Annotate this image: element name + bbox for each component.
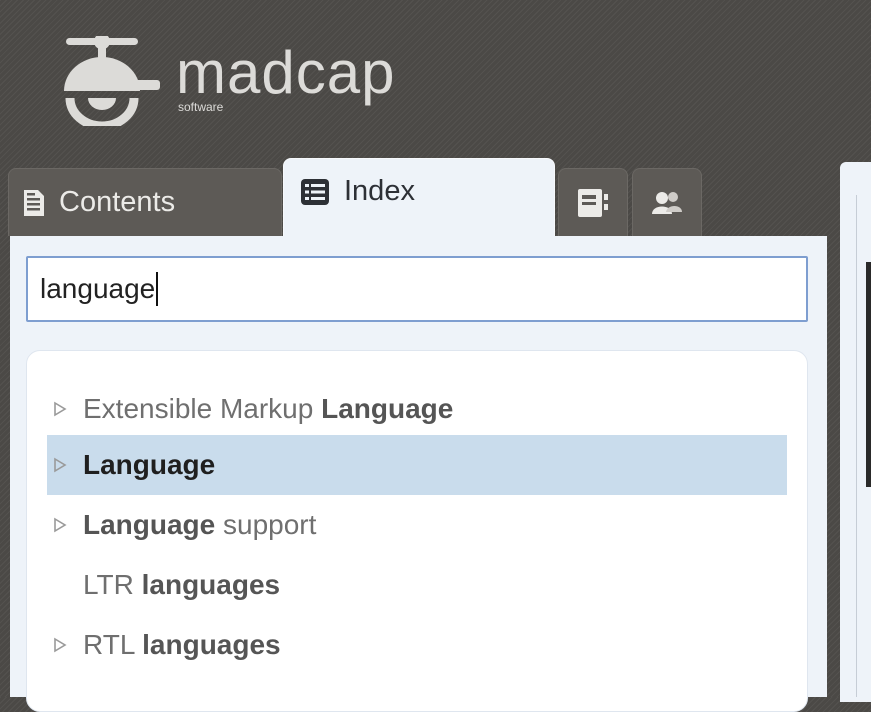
- index-search-input[interactable]: language: [26, 256, 808, 322]
- index-item-label: LTR languages: [83, 569, 281, 600]
- index-results-list: Extensible Markup Language Language Lang…: [26, 350, 808, 712]
- tab-index-label: Index: [344, 175, 415, 207]
- text-caret: [156, 272, 159, 306]
- tab-contents[interactable]: Contents: [8, 168, 282, 236]
- index-item-language-support[interactable]: Language support: [47, 495, 787, 555]
- tab-community[interactable]: [632, 168, 702, 236]
- index-item-ltr-languages[interactable]: LTR languages: [47, 555, 787, 615]
- index-panel: language Extensible Markup Language Lang…: [10, 236, 827, 712]
- content-pane-strip: [866, 262, 871, 487]
- expand-arrow-icon[interactable]: [53, 401, 67, 417]
- search-value: language: [40, 273, 156, 304]
- index-item-label: RTL languages: [83, 629, 281, 660]
- index-item-language[interactable]: Language: [47, 435, 787, 495]
- index-item-label: Extensible Markup Language: [83, 393, 454, 424]
- brand-name: madcap: [176, 39, 396, 106]
- index-item-extensible-markup-language[interactable]: Extensible Markup Language: [47, 379, 787, 439]
- tab-glossary[interactable]: [558, 168, 628, 236]
- glossary-icon: [578, 188, 608, 217]
- document-icon: [24, 189, 44, 216]
- community-icon: [652, 191, 682, 214]
- tab-index[interactable]: Index: [283, 158, 555, 238]
- expand-arrow-icon[interactable]: [53, 457, 67, 473]
- helicopter-cap-icon: [64, 36, 160, 126]
- brand-tagline: software: [178, 100, 224, 114]
- list-icon: [301, 178, 329, 205]
- content-pane-divider: [856, 195, 857, 697]
- index-item-label: Language: [83, 449, 216, 480]
- expand-arrow-icon[interactable]: [53, 517, 67, 533]
- index-item-label: Language support: [83, 509, 317, 540]
- madcap-logo: madcap software: [60, 36, 420, 126]
- tab-contents-label: Contents: [59, 186, 176, 218]
- index-item-rtl-languages[interactable]: RTL languages: [47, 615, 787, 675]
- expand-arrow-icon[interactable]: [53, 637, 67, 653]
